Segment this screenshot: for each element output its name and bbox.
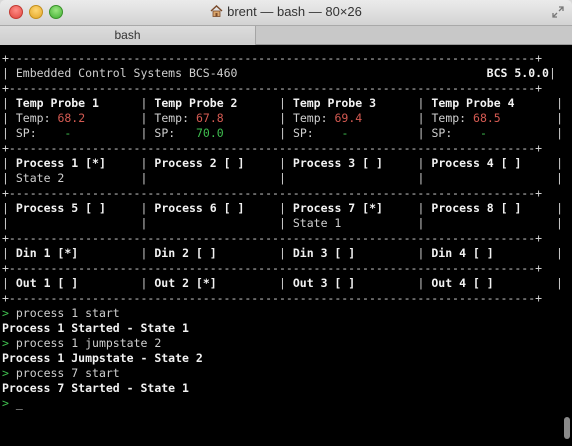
process-status: Process 1 [*] [15,156,106,170]
probe-setpoint-row: | SP: - | SP: 70.0 | SP: - | SP: - | [2,126,564,140]
setpoint-label: SP: [15,126,37,140]
digital-output: Out 4 [ ] [431,276,494,290]
home-icon [210,5,223,17]
system-name: Embedded Control Systems BCS-460 [15,66,238,80]
border-line: +---------------------------------------… [2,141,543,155]
process-status: Process 5 [ ] [15,201,106,215]
table-border: +---------------------------------------… [2,291,563,306]
temp-value: 67.8 [195,111,224,125]
response-line: Process 1 Jumpstate - State 2 [2,351,563,366]
temp-label: Temp: [431,111,467,125]
setpoint-value: - [64,126,72,140]
table-border: +---------------------------------------… [2,186,563,201]
prompt-icon: > [2,306,9,320]
window-title-wrap: brent — bash — 80×26 [0,4,572,19]
terminal-window: brent — bash — 80×26 bash +-------------… [0,0,572,446]
process-status: Process 3 [ ] [292,156,383,170]
tab-bar: bash [0,26,572,45]
terminal-view[interactable]: +---------------------------------------… [0,45,572,446]
border-line: +---------------------------------------… [2,261,543,275]
temp-value: 69.4 [334,111,363,125]
temp-label: Temp: [15,111,51,125]
din-row: | Din 1 [*] | Din 2 [ ] | Din 3 [ ] | Di… [2,246,563,260]
temp-probe-name: Temp Probe 1 [15,96,99,110]
border-line: +---------------------------------------… [2,81,543,95]
process-state: State 1 [292,216,342,230]
setpoint-label: SP: [154,126,176,140]
command-response: Process 7 Started - State 1 [2,381,189,395]
border-line: +---------------------------------------… [2,291,543,305]
digital-input: Din 3 [ ] [292,246,356,260]
process-status: Process 4 [ ] [431,156,522,170]
scrollbar[interactable] [564,417,570,439]
command-text: process 1 start [15,306,120,320]
command-text: process 1 jumpstate 2 [15,336,162,350]
command-line: > process 1 start [2,306,563,321]
firmware-version: BCS 5.0.0 [486,66,549,80]
window-title: brent — bash — 80×26 [227,4,362,19]
probe-temp-row: | Temp: 68.2 | Temp: 67.8 | Temp: 69.4 |… [2,111,564,125]
temp-value: 68.2 [57,111,86,125]
command-line: > process 7 start [2,366,563,381]
process-row: | Process 5 [ ] | Process 6 [ ] | Proces… [2,201,563,215]
process-row: | Process 1 [*] | Process 2 [ ] | Proces… [2,156,563,170]
table-border: +---------------------------------------… [2,51,563,66]
border-line: +---------------------------------------… [2,231,543,245]
out-row: | Out 1 [ ] | Out 2 [*] | Out 3 [ ] | Ou… [2,276,563,290]
digital-output: Out 1 [ ] [15,276,79,290]
tab-bash[interactable]: bash [0,26,256,45]
prompt-icon: > [2,396,9,410]
temp-label: Temp: [292,111,328,125]
digital-input: Din 2 [ ] [154,246,217,260]
title-bar[interactable]: brent — bash — 80×26 [0,0,572,26]
setpoint-value: - [479,126,487,140]
border-line: +---------------------------------------… [2,186,543,200]
fullscreen-icon[interactable] [552,6,564,18]
process-status: Process 6 [ ] [154,201,245,215]
process-state: State 2 [15,171,65,185]
temp-probe-name: Temp Probe 4 [431,96,515,110]
prompt-icon: > [2,336,9,350]
prompt-icon: > [2,366,9,380]
terminal-output: +---------------------------------------… [2,51,563,411]
process-status: Process 2 [ ] [154,156,245,170]
temp-probe-name: Temp Probe 3 [292,96,376,110]
process-status: Process 8 [ ] [431,201,522,215]
header-row: | Embedded Control Systems BCS-460 BCS 5… [2,66,556,80]
process-status: Process 7 [*] [292,201,383,215]
temp-probe-name: Temp Probe 2 [154,96,238,110]
digital-output: Out 2 [*] [154,276,217,290]
border-line: +---------------------------------------… [2,51,543,65]
digital-input: Din 1 [*] [15,246,79,260]
response-line: Process 7 Started - State 1 [2,381,563,396]
process-state-row: | State 2 | | | | [2,171,563,185]
table-border: +---------------------------------------… [2,141,563,156]
response-line: Process 1 Started - State 1 [2,321,563,336]
process-state-row: | | | State 1 | | [2,216,563,230]
temp-value: 68.5 [473,111,501,125]
digital-input: Din 4 [ ] [431,246,494,260]
digital-output: Out 3 [ ] [292,276,356,290]
input-line: > _ [2,396,563,411]
temp-label: Temp: [154,111,190,125]
setpoint-value: 70.0 [195,126,224,140]
setpoint-label: SP: [292,126,314,140]
command-line: > process 1 jumpstate 2 [2,336,563,351]
text-cursor: _ [15,396,23,410]
setpoint-label: SP: [431,126,453,140]
table-border: +---------------------------------------… [2,261,563,276]
setpoint-value: - [341,126,349,140]
table-border: +---------------------------------------… [2,231,563,246]
command-response: Process 1 Jumpstate - State 2 [2,351,203,365]
command-text: process 7 start [15,366,120,380]
probe-name-row: | Temp Probe 1 | Temp Probe 2 | Temp Pro… [2,96,563,110]
table-border: +---------------------------------------… [2,81,563,96]
command-response: Process 1 Started - State 1 [2,321,189,335]
